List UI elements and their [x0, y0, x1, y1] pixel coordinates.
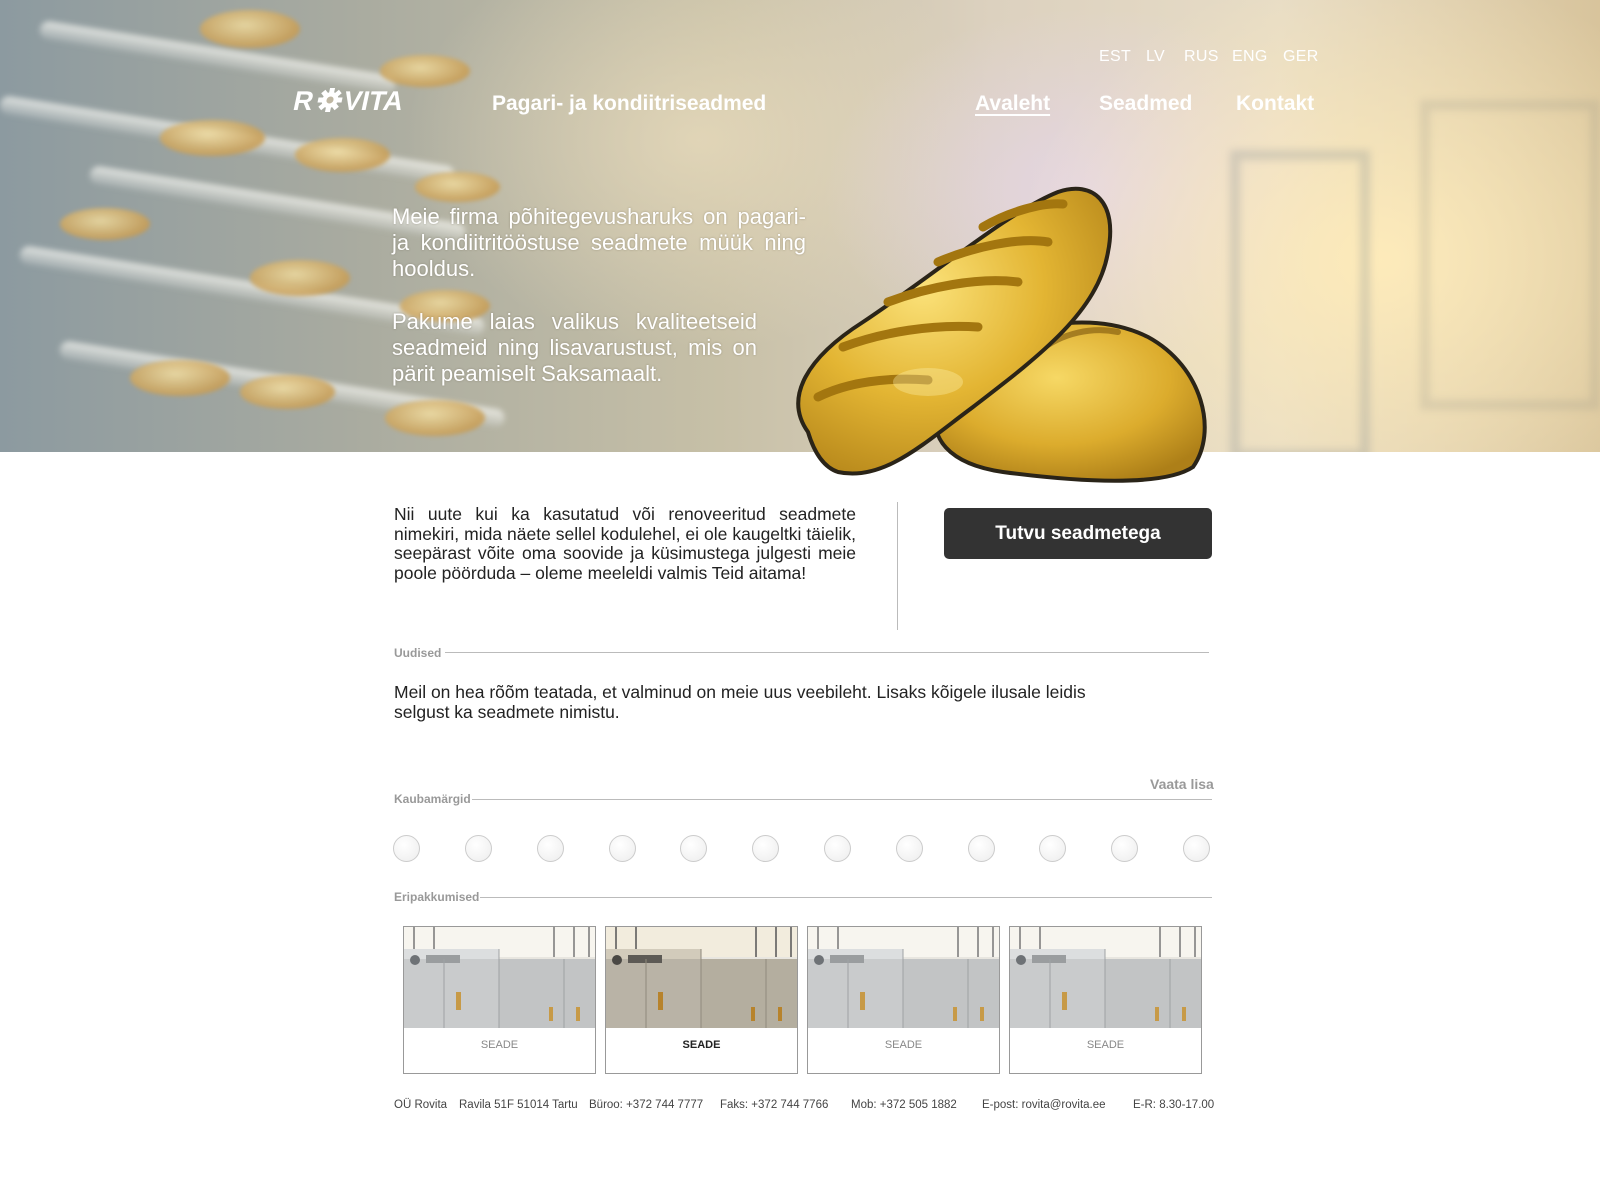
offer-card[interactable]: SEADE: [807, 926, 1000, 1074]
brand-logo[interactable]: [1183, 835, 1210, 862]
footer-office-phone: Büroo: +372 744 7777: [589, 1099, 704, 1111]
brand-logo[interactable]: [896, 835, 923, 862]
brand-logo[interactable]: [1039, 835, 1066, 862]
footer-email[interactable]: E-post: rovita@rovita.ee: [982, 1099, 1106, 1111]
brand-logo[interactable]: [824, 835, 851, 862]
nav-seadmed[interactable]: Seadmed: [1099, 92, 1192, 116]
brand-logo[interactable]: [609, 835, 636, 862]
offer-card[interactable]: SEADE: [1009, 926, 1202, 1074]
brand-logo[interactable]: [752, 835, 779, 862]
oven-image: [606, 927, 797, 1028]
hero-paragraph-1: Meie firma põhitegevusharuks on pagari- …: [392, 204, 806, 281]
news-section-label: Uudised: [394, 646, 442, 660]
brand-logo[interactable]: [393, 835, 420, 862]
gear-icon: [317, 88, 343, 112]
see-more-link[interactable]: Vaata lisa: [1150, 776, 1214, 792]
lang-lv[interactable]: LV: [1146, 48, 1165, 66]
lang-eng[interactable]: ENG: [1232, 48, 1268, 66]
footer-company: OÜ Rovita: [394, 1099, 448, 1111]
offer-card[interactable]: SEADE: [403, 926, 596, 1074]
lang-rus[interactable]: RUS: [1184, 48, 1219, 66]
brand-logo[interactable]: [465, 835, 492, 862]
brand-logo[interactable]: [537, 835, 564, 862]
brands-section-label: Kaubamärgid: [394, 792, 471, 806]
brands-rule: [472, 799, 1212, 800]
svg-text:VITA: VITA: [341, 86, 407, 114]
tagline: Pagari- ja kondiitriseadmed: [492, 92, 767, 115]
hero-paragraph-2: Pakume laias valikus kvaliteetseid seadm…: [392, 309, 757, 386]
news-rule: [445, 652, 1209, 653]
divider: [897, 502, 898, 630]
offer-card-label: SEADE: [884, 1039, 923, 1051]
oven-image: [1010, 927, 1201, 1028]
footer-hours: E-R: 8.30-17.00: [1133, 1099, 1215, 1111]
rovita-logo[interactable]: R VITA: [292, 86, 424, 114]
offer-card-label: SEADE: [480, 1039, 519, 1051]
lang-est[interactable]: EST: [1099, 48, 1131, 66]
brand-logo[interactable]: [680, 835, 707, 862]
intro-text: Nii uute kui ka kasutatud või renoveerit…: [394, 504, 856, 583]
bread-illustration: [796, 186, 1207, 483]
footer-fax: Faks: +372 744 7766: [720, 1099, 829, 1111]
offer-card[interactable]: SEADE: [605, 926, 798, 1074]
oven-image: [808, 927, 999, 1028]
nav-kontakt[interactable]: Kontakt: [1236, 92, 1314, 116]
news-text: Meil on hea rõõm teatada, et valminud on…: [394, 682, 1086, 722]
lang-ger[interactable]: GER: [1283, 48, 1319, 66]
logo-r: R: [292, 86, 317, 114]
nav-avaleht[interactable]: Avaleht: [975, 92, 1050, 116]
offer-card-label: SEADE: [682, 1039, 721, 1051]
offers-rule: [480, 897, 1212, 898]
oven-image: [404, 927, 595, 1028]
footer-address: Ravila 51F 51014 Tartu: [459, 1099, 578, 1111]
brand-logo[interactable]: [1111, 835, 1138, 862]
offers-section-label: Eripakkumised: [394, 890, 480, 904]
browse-equipment-button[interactable]: Tutvu seadmetega: [944, 508, 1212, 559]
offer-card-label: SEADE: [1086, 1039, 1125, 1051]
footer-mobile: Mob: +372 505 1882: [851, 1099, 957, 1111]
brand-logo[interactable]: [968, 835, 995, 862]
